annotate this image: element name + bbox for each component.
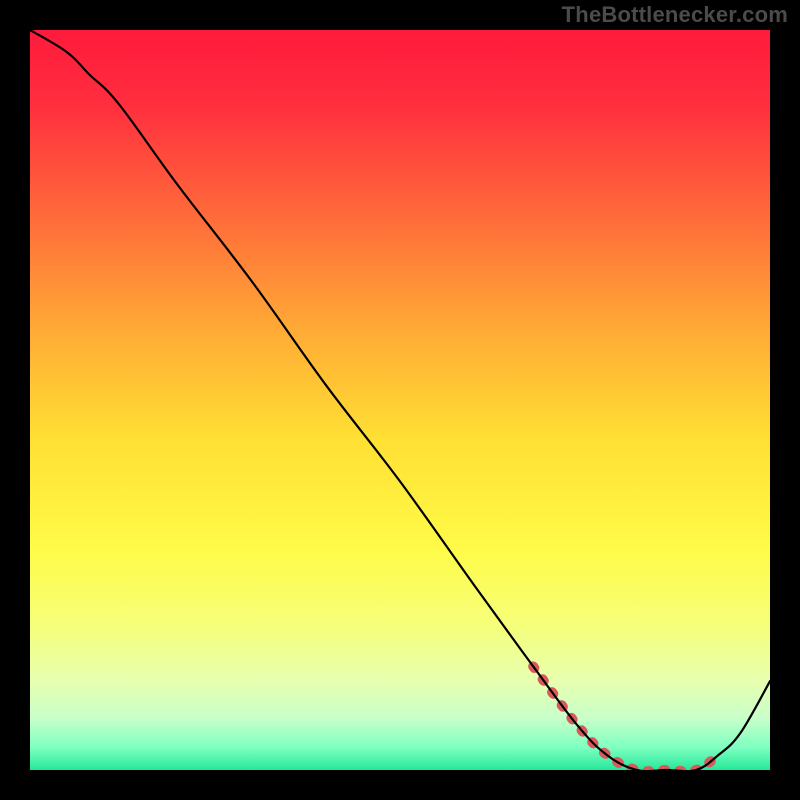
plot-area <box>30 30 770 770</box>
gradient-background <box>30 30 770 770</box>
chart-svg <box>30 30 770 770</box>
watermark-label: TheBottlenecker.com <box>562 2 788 28</box>
chart-frame: TheBottlenecker.com <box>0 0 800 800</box>
